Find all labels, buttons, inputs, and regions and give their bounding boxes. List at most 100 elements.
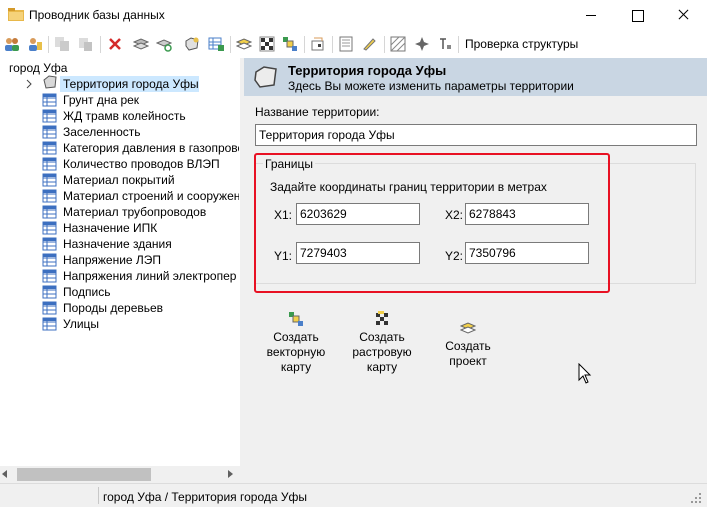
territory-panel: Территория города Уфы Здесь Вы можете из… [244,58,707,483]
window-title: Проводник базы данных [29,8,165,22]
tree-item-root[interactable]: город Уфа [9,60,209,76]
scroll-left-arrow-icon[interactable] [2,470,7,478]
action-label: Создать [273,330,319,344]
action-label: Создать [359,330,405,344]
territory-name-label: Название территории: [255,105,380,119]
tree-item-label: Назначение ИПК [63,221,158,235]
mouse-pointer-icon [578,363,592,384]
toolbar-separator [100,36,101,53]
panel-title: Территория города Уфы [288,63,447,78]
table-icon [42,93,57,107]
scroll-thumb[interactable] [17,468,151,481]
vector-map-icon[interactable] [282,36,298,52]
edit-icon[interactable] [361,36,377,52]
action-label: векторную [266,345,326,359]
import-icon[interactable] [310,36,326,52]
toolbar-separator [332,36,333,53]
action-label: карту [366,360,398,374]
delete-icon[interactable] [107,36,123,52]
table-icon [42,317,57,331]
tree-item[interactable]: Грунт дна рек [63,92,239,108]
tree-item[interactable]: Подпись [63,284,239,300]
tree-item-label: Напряжения линий электропер [63,269,237,283]
table-icon [42,221,57,235]
check-structure-button[interactable]: Проверка структуры [465,37,578,51]
tree-item[interactable]: Назначение здания [63,236,239,252]
tree-item-label: Породы деревьев [63,301,164,315]
layers-stack-icon[interactable] [133,36,149,52]
tree-horizontal-scrollbar[interactable] [0,466,240,483]
table-icon [42,109,57,123]
raster-icon[interactable] [259,36,275,52]
minimize-button[interactable] [568,0,614,30]
tree-item[interactable]: ЖД трамв колейность [63,108,239,124]
tree-item[interactable]: Напряжения линий электропер [63,268,239,284]
action-label: проект [449,354,487,368]
tree-item-label: Грунт дна рек [63,93,140,107]
table-icon [42,269,57,283]
database-explorer-icon [8,8,24,21]
create-project-button[interactable]: Создать проект [429,320,507,369]
toolbar-separator [458,36,459,53]
table-icon [42,237,57,251]
tree-item-label: Улицы [63,317,100,331]
tree-item[interactable]: Улицы [63,316,239,332]
properties-icon[interactable] [338,36,354,52]
panel-header: Территория города Уфы Здесь Вы можете из… [244,58,707,96]
resize-grip-icon[interactable] [690,492,702,504]
create-raster-map-button[interactable]: Создать растровую карту [343,311,421,375]
layers-refresh-icon[interactable] [156,36,172,52]
create-vector-map-button[interactable]: Создать векторную карту [257,311,335,375]
paste-disabled-icon[interactable] [77,36,93,52]
vector-map-icon [289,312,303,326]
users-icon[interactable] [4,36,20,52]
tree-item[interactable]: Назначение ИПК [63,220,239,236]
territory-icon [254,66,277,88]
tree-item-label: Материал строений и сооружен [63,189,239,203]
chevron-right-icon[interactable] [26,79,33,89]
tree-item[interactable]: Породы деревьев [63,300,239,316]
copy-disabled-icon[interactable] [54,36,70,52]
maximize-button[interactable] [614,0,660,30]
tree-item[interactable]: Напряжение ЛЭП [63,252,239,268]
close-button[interactable] [660,0,706,30]
red-highlight-frame [254,153,610,293]
action-label: растровую [352,345,412,359]
status-separator [98,487,99,504]
toolbar-separator [48,36,49,53]
tree-item[interactable]: Материал строений и сооружен [63,188,239,204]
tree-item-label: Территория города Уфы [63,77,199,91]
tree-item[interactable]: Заселенность [63,124,239,140]
table-icon [42,205,57,219]
territory-icon [43,75,57,89]
user-key-icon[interactable] [27,36,43,52]
action-label: карту [280,360,312,374]
tree-item-label: город Уфа [9,61,68,75]
tree-item[interactable]: Категория давления в газопрово [63,140,239,156]
toolbar-separator [384,36,385,53]
table-icon [42,141,57,155]
territory-name-input[interactable] [255,124,697,146]
tree-item[interactable]: Количество проводов ВЛЭП [63,156,239,172]
tree-item-label: Напряжение ЛЭП [63,253,162,267]
table-icon [42,173,57,187]
territory-icon[interactable] [184,36,200,52]
table-icon [42,253,57,267]
text-cursor-icon[interactable] [437,36,453,52]
tree-item[interactable]: Материал трубопроводов [63,204,239,220]
action-label: Создать [445,339,491,353]
table-icon [42,285,57,299]
tree-item-label: Заселенность [63,125,141,139]
crosshair-icon[interactable] [414,36,430,52]
scroll-right-arrow-icon[interactable] [228,470,233,478]
layers-yellow-icon[interactable] [236,36,252,52]
hatch-icon[interactable] [390,36,406,52]
table-add-icon[interactable] [208,36,224,52]
status-bar: город Уфа / Территория города Уфы [0,483,707,507]
database-tree: город Уфа Территория города Уфы Грунт дн… [0,58,240,466]
layers-yellow-icon [460,322,476,334]
tree-item[interactable]: Материал покрытий [63,172,239,188]
toolbar: Проверка структуры [0,32,707,56]
toolbar-separator [230,36,231,53]
tree-item-selected[interactable]: Территория города Уфы [60,76,199,92]
